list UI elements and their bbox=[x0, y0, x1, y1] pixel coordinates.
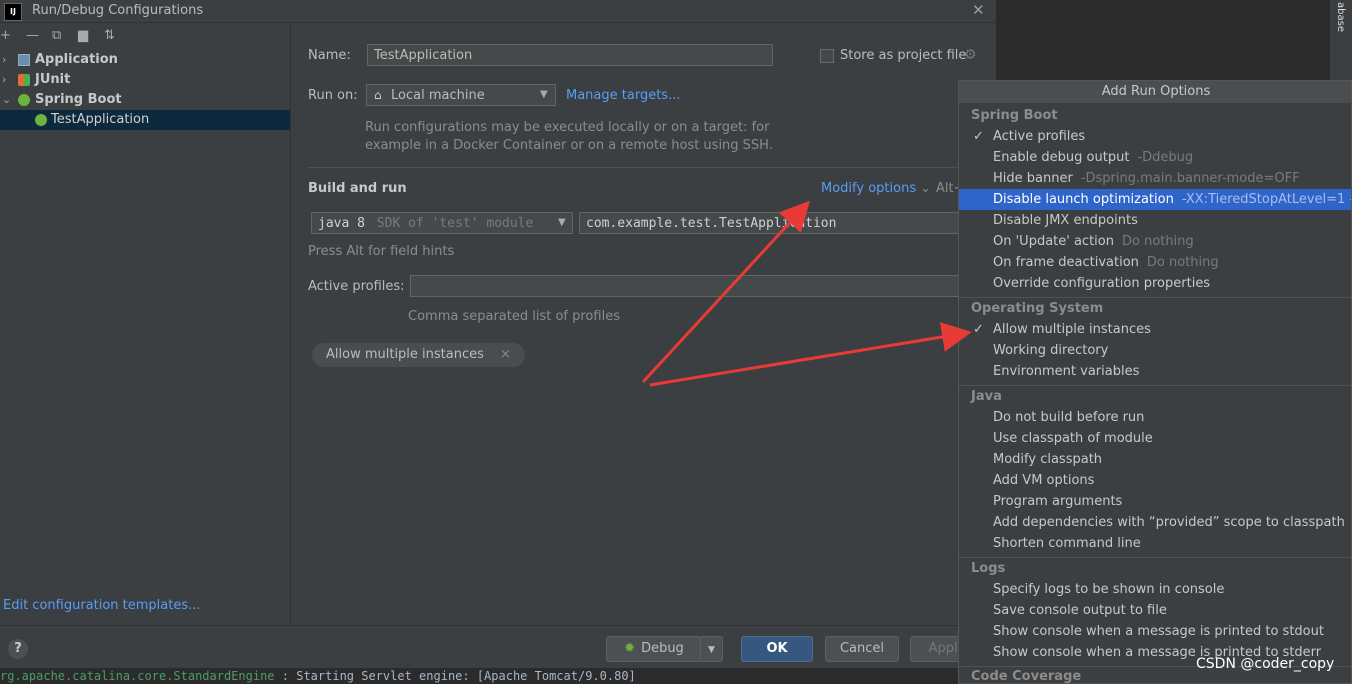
watermark-text: CSDN @coder_copy bbox=[1196, 656, 1335, 672]
arrow-to-allow-multiple-instances bbox=[649, 322, 972, 387]
arrow-to-modify-options bbox=[641, 200, 811, 384]
annotation-arrows bbox=[641, 200, 972, 387]
